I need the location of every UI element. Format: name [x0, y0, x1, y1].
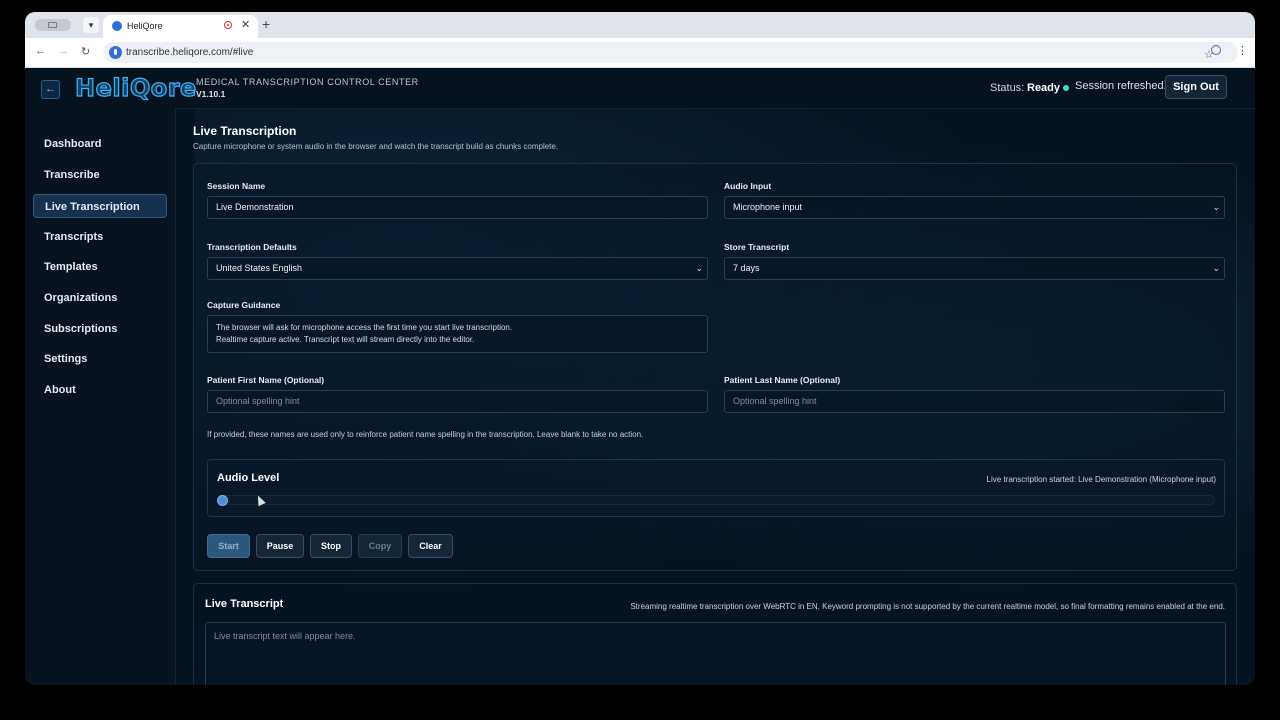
chevron-down-icon: ⌄ [1212, 202, 1220, 212]
tab-search-chevron-icon[interactable]: ▾ [83, 17, 99, 33]
page-subtitle: Capture microphone or system audio in th… [193, 142, 559, 151]
sidebar-item-live-transcription[interactable]: Live Transcription [33, 194, 167, 218]
sidebar-item-subscriptions[interactable]: Subscriptions [33, 317, 167, 341]
transcription-defaults-select[interactable]: United States English ⌄ [207, 257, 708, 280]
live-transcript-card: Live Transcript Streaming realtime trans… [193, 583, 1237, 685]
start-button[interactable]: Start [207, 534, 250, 558]
audio-level-title: Audio Level [217, 472, 280, 484]
window-controls[interactable] [35, 19, 71, 31]
guidance-line-1: The browser will ask for microphone acce… [216, 323, 513, 332]
capture-guidance-label: Capture Guidance [207, 300, 281, 310]
audio-status-text: Live transcription started: Live Demonst… [986, 475, 1216, 484]
forward-arrow-icon[interactable]: → [58, 45, 69, 57]
tab-favicon-icon [112, 21, 122, 31]
browser-tab[interactable]: HeliQore ✕ [103, 15, 258, 38]
clear-button[interactable]: Clear [408, 534, 453, 558]
sidebar-item-transcribe[interactable]: Transcribe [33, 163, 167, 187]
store-transcript-value: 7 days [733, 263, 760, 273]
transcription-defaults-label: Transcription Defaults [207, 242, 297, 252]
app-header: ← HeliQore MEDICAL TRANSCRIPTION CONTROL… [25, 68, 1255, 109]
audio-level-panel: Audio Level Live transcription started: … [207, 459, 1225, 517]
session-message: Session refreshed. [1075, 80, 1167, 92]
audio-input-select[interactable]: Microphone input ⌄ [724, 196, 1225, 219]
status-label: Status: [990, 82, 1025, 94]
last-name-label: Patient Last Name (Optional) [724, 375, 841, 385]
sidebar-item-transcripts[interactable]: Transcripts [33, 225, 167, 249]
address-bar[interactable]: transcribe.heliqore.com/#live ☆ [103, 42, 1238, 63]
capture-guidance-box: The browser will ask for microphone acce… [207, 315, 708, 353]
transcription-defaults-value: United States English [216, 263, 303, 273]
name-hint-text: If provided, these names are used only t… [207, 430, 644, 439]
store-transcript-label: Store Transcript [724, 242, 790, 252]
audio-level-indicator [217, 495, 228, 506]
tab-bar: ▾ HeliQore ✕ + [25, 12, 1255, 38]
session-name-label: Session Name [207, 181, 266, 191]
status-dot-icon [1063, 85, 1069, 91]
guidance-line-2: Realtime capture active. Transcript text… [216, 335, 475, 344]
window-icon [48, 22, 57, 28]
profile-icon[interactable] [1211, 45, 1221, 55]
app-version: V1.10.1 [196, 89, 226, 99]
app-title: MEDICAL TRANSCRIPTION CONTROL CENTER [196, 77, 419, 87]
new-tab-icon[interactable]: + [262, 16, 270, 32]
sign-out-button[interactable]: Sign Out [1165, 75, 1227, 99]
chevron-down-icon: ⌄ [695, 263, 703, 273]
pause-button[interactable]: Pause [256, 534, 304, 558]
chevron-down-icon: ⌄ [1212, 263, 1220, 273]
audio-input-value: Microphone input [733, 202, 803, 212]
sidebar-item-templates[interactable]: Templates [33, 255, 167, 279]
live-transcript-title: Live Transcript [205, 598, 284, 610]
audio-input-label: Audio Input [724, 181, 772, 191]
url-text: transcribe.heliqore.com/#live [126, 47, 254, 58]
app-logo: HeliQore [74, 73, 197, 102]
site-info-icon[interactable] [109, 46, 122, 59]
browser-toolbar: ← → ↻ transcribe.heliqore.com/#live ☆ ⋮ [25, 38, 1255, 68]
first-name-label: Patient First Name (Optional) [207, 375, 325, 385]
audio-level-meter [217, 495, 1215, 505]
sidebar-item-about[interactable]: About [33, 378, 167, 402]
live-settings-card: Session Name Live Demonstration Audio In… [193, 163, 1237, 571]
store-transcript-select[interactable]: 7 days ⌄ [724, 257, 1225, 280]
sidebar-item-dashboard[interactable]: Dashboard [33, 132, 167, 156]
browser-window: ▾ HeliQore ✕ + ← → ↻ transcribe.heliqore… [25, 12, 1255, 685]
menu-kebab-icon[interactable]: ⋮ [1237, 44, 1248, 57]
sidebar-item-settings[interactable]: Settings [33, 347, 167, 371]
page-title: Live Transcription [193, 124, 297, 138]
live-transcript-info: Streaming realtime transcription over We… [630, 602, 1225, 611]
reload-icon[interactable]: ↻ [81, 45, 90, 58]
tab-title: HeliQore [127, 21, 163, 31]
copy-button[interactable]: Copy [358, 534, 402, 558]
sidebar-item-organizations[interactable]: Organizations [33, 286, 167, 310]
back-arrow-icon[interactable]: ← [35, 45, 46, 57]
status-value: Ready [1027, 82, 1061, 94]
live-transcript-textarea[interactable]: Live transcript text will appear here. [205, 622, 1226, 685]
sidebar: Dashboard Transcribe Live Transcription … [25, 108, 176, 685]
collapse-arrow-icon[interactable]: ← [41, 80, 60, 99]
tab-close-icon[interactable]: ✕ [241, 18, 250, 31]
recording-indicator-icon [224, 21, 232, 29]
app: ← HeliQore MEDICAL TRANSCRIPTION CONTROL… [25, 68, 1255, 685]
first-name-input[interactable]: Optional spelling hint [207, 390, 708, 413]
stop-button[interactable]: Stop [310, 534, 352, 558]
last-name-input[interactable]: Optional spelling hint [724, 390, 1225, 413]
session-name-input[interactable]: Live Demonstration [207, 196, 708, 219]
